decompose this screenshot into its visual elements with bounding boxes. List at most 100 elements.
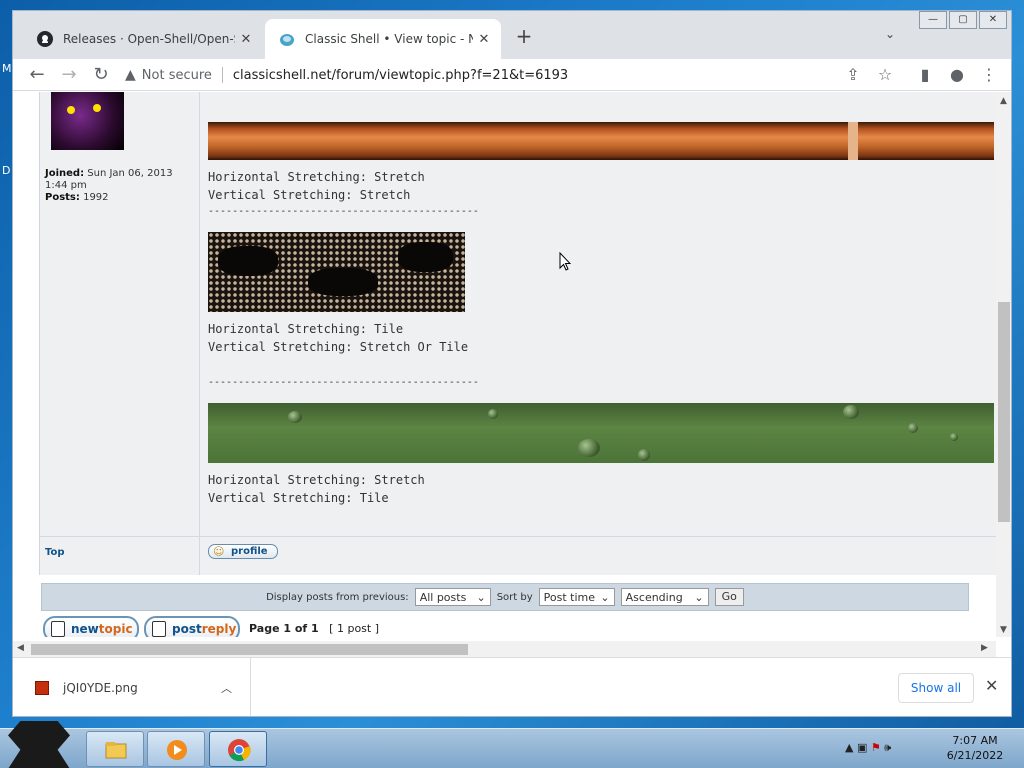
menu-icon[interactable]: ⋮ (979, 65, 999, 84)
url-text: classicshell.net/forum/viewtopic.php?f=2… (232, 67, 569, 83)
forward-arrow-icon[interactable]: → (57, 63, 81, 87)
stretch-text: Horizontal Stretching: Stretch (208, 473, 425, 487)
download-shelf: jQI0YDE.png ︿ Show all ✕ (13, 657, 1011, 716)
network-icon[interactable]: ▣ (857, 741, 867, 754)
document-icon (152, 621, 166, 637)
desktop-icon-label: D (2, 164, 11, 177)
avatar (51, 92, 124, 150)
tab-releases[interactable]: Releases · Open-Shell/Open-Shell ✕ (23, 19, 263, 59)
post-reply-button[interactable]: postreply (144, 616, 240, 637)
back-arrow-icon[interactable]: ← (25, 63, 49, 87)
new-topic-button[interactable]: newtopic (43, 616, 139, 637)
warning-icon: ▲ (125, 67, 136, 83)
github-icon (37, 31, 53, 47)
browser-window: Releases · Open-Shell/Open-Shell ✕ Class… (12, 10, 1012, 717)
topic-actions: newtopic postreply Page 1 of 1 [ 1 post … (43, 616, 743, 637)
scrollbar-thumb[interactable] (998, 302, 1010, 522)
address-bar[interactable]: ▲ Not secure classicshell.net/forum/view… (125, 61, 865, 89)
posts-label: Posts: (45, 192, 80, 203)
post-footer: Top ☺ profile (40, 536, 1006, 575)
tab-strip: Releases · Open-Shell/Open-Shell ✕ Class… (13, 11, 1011, 59)
chevron-down-icon: ⌄ (600, 590, 610, 604)
flag-icon[interactable]: ⚑ (871, 741, 881, 754)
posts-select[interactable]: All posts ⌄ (414, 588, 491, 606)
stretch-text: Vertical Stretching: Stretch (208, 188, 411, 202)
reload-icon[interactable]: ↻ (89, 63, 113, 87)
taskbar: ▲ ▣ ⚑ 🕪 7:07 AM 6/21/2022 (0, 721, 1024, 768)
profile-icon[interactable]: ● (947, 65, 967, 84)
star-icon[interactable]: ☆ (875, 65, 895, 84)
water-drop (843, 405, 859, 419)
scrollbar-thumb[interactable] (31, 644, 468, 655)
chevron-up-icon[interactable]: ▲ (845, 741, 853, 754)
clock-time: 7:07 AM (952, 734, 998, 747)
document-icon (51, 621, 65, 637)
shell-icon (280, 34, 294, 46)
page-viewport: Joined: Sun Jan 06, 2013 1:44 pm Posts: … (13, 92, 1011, 637)
chevron-up-icon[interactable]: ︿ (221, 680, 232, 696)
post-reply-label: reply (201, 622, 237, 636)
horizontal-scrollbar[interactable]: ◀ ▶ (13, 641, 996, 657)
maximize-icon[interactable]: ▢ (949, 11, 977, 29)
order-select[interactable]: Ascending ⌄ (620, 588, 709, 606)
post-count: [ 1 post ] (329, 622, 379, 635)
start-button[interactable] (8, 721, 70, 768)
scroll-down-icon[interactable]: ▼ (1000, 625, 1007, 635)
snakeskin-image (208, 232, 465, 312)
desktop-icon-label: M (2, 62, 12, 75)
scroll-left-icon[interactable]: ◀ (17, 643, 24, 653)
sort-select[interactable]: Post time ⌄ (538, 588, 615, 606)
show-all-button[interactable]: Show all (898, 673, 974, 703)
post-body: Horizontal Stretching: Stretch Vertical … (208, 92, 994, 575)
side-panel-icon[interactable]: ▮ (915, 65, 935, 84)
speaker-icon[interactable]: 🕪 (884, 741, 891, 754)
bamboo-node (848, 122, 858, 160)
chrome-taskbar-button[interactable] (209, 731, 267, 767)
user-icon: ☺ (213, 545, 225, 558)
window-controls: — ▢ ✕ (917, 11, 1007, 29)
select-value: Ascending (625, 590, 683, 604)
plus-icon[interactable]: + (513, 25, 535, 47)
image-file-icon (35, 681, 49, 695)
mouse-cursor-icon (559, 252, 571, 271)
posts-value: 1992 (83, 192, 109, 203)
bamboo-image (208, 122, 994, 160)
clock[interactable]: 7:07 AM 6/21/2022 (944, 733, 1006, 763)
display-options-bar: Display posts from previous: All posts ⌄… (41, 583, 969, 611)
chevron-down-icon: ⌄ (476, 590, 486, 604)
top-link[interactable]: Top (45, 547, 65, 558)
new-topic-label: new (71, 622, 99, 636)
water-drop (578, 439, 600, 457)
close-icon[interactable]: ✕ (473, 32, 495, 47)
scroll-right-icon[interactable]: ▶ (981, 643, 988, 653)
water-drop (908, 423, 918, 433)
close-window-icon[interactable]: ✕ (979, 11, 1007, 29)
scroll-up-icon[interactable]: ▲ (1000, 96, 1007, 106)
browser-toolbar: ← → ↻ ▲ Not secure classicshell.net/foru… (13, 59, 1011, 91)
close-icon[interactable]: ✕ (985, 676, 998, 695)
chrome-icon (228, 739, 251, 762)
stretch-text: Vertical Stretching: Tile (208, 491, 389, 505)
share-icon[interactable]: ⇪ (843, 65, 863, 84)
avatar-eye (93, 104, 101, 112)
snake-pattern (308, 268, 378, 296)
close-icon[interactable]: ✕ (235, 32, 257, 47)
snake-pattern (218, 246, 278, 276)
select-value: All posts (419, 590, 467, 604)
go-button[interactable]: Go (714, 588, 744, 606)
chevron-down-icon[interactable]: ⌄ (885, 27, 895, 41)
vertical-scrollbar[interactable]: ▲ ▼ (996, 92, 1011, 637)
water-drop (488, 409, 498, 419)
tab-title: Releases · Open-Shell/Open-Shell (63, 32, 235, 46)
minimize-icon[interactable]: — (919, 11, 947, 29)
download-item[interactable]: jQI0YDE.png ︿ (13, 658, 251, 716)
explorer-taskbar-button[interactable] (86, 731, 144, 767)
water-drop (288, 411, 302, 423)
separator-text: ----------------------------------------… (208, 206, 479, 217)
tab-classic-shell[interactable]: Classic Shell • View topic - Nature ✕ (265, 19, 501, 59)
clock-date: 6/21/2022 (946, 749, 1004, 762)
media-player-taskbar-button[interactable] (147, 731, 205, 767)
tab-title: Classic Shell • View topic - Nature (305, 32, 473, 46)
pagination-info: Page 1 of 1 [ 1 post ] (249, 622, 379, 635)
profile-button[interactable]: ☺ profile (208, 544, 278, 559)
